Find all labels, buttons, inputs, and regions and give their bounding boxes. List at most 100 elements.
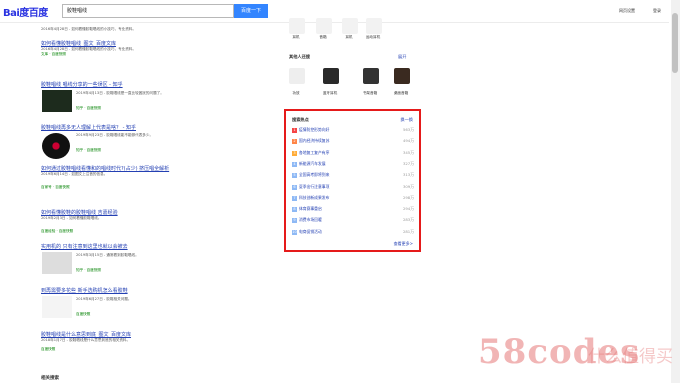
- header-divider: [0, 22, 669, 23]
- hot-item[interactable]: 1 疫情防控形势向好 563万: [292, 127, 418, 133]
- hot-search-panel: 搜索热点 换一换 1 疫情防控形势向好 563万 2 国内经济持续复苏 494万 3 各地复工…: [284, 109, 421, 252]
- baidu-logo[interactable]: Bai度百度: [3, 4, 48, 19]
- hot-label[interactable]: 各地复工复产有序: [299, 150, 329, 155]
- product-image[interactable]: [366, 18, 382, 34]
- product-label[interactable]: 功放: [285, 91, 307, 96]
- search-input[interactable]: 胶鞋唱线: [62, 4, 234, 18]
- hot-item[interactable]: 8 体育赛事重启 294万: [292, 206, 418, 213]
- result-thumbnail[interactable]: [42, 90, 72, 112]
- result-1: 2016年4月28日 - 如何看懂胶鞋唱线的小技巧，专业资料。: [41, 27, 241, 32]
- hot-label[interactable]: 消费市场回暖: [299, 217, 322, 222]
- product-label[interactable]: 耳机: [338, 35, 360, 40]
- hot-item[interactable]: 4 新能源汽车发展 327万: [292, 161, 418, 167]
- result-meta[interactable]: 百度经验 · 百度快照: [41, 229, 241, 234]
- result-title-link[interactable]: 胶鞋唱线是什么意思到底_图文_百度文库: [41, 331, 241, 338]
- hot-rank: 6: [292, 184, 297, 190]
- search-button[interactable]: 百度一下: [234, 4, 268, 18]
- section-title: 其他人还搜: [289, 54, 310, 59]
- product-image[interactable]: [323, 68, 339, 84]
- result-title-link[interactable]: 到再需要多花些 新手选购机怎么看胶鞋: [41, 287, 241, 294]
- login-link[interactable]: 登录: [653, 8, 661, 14]
- refresh-link[interactable]: 换一换: [400, 117, 413, 123]
- result-body: 2019年6月27日 - 胶鞋相关问题。 百度快照: [76, 297, 236, 317]
- hot-item[interactable]: 9 消费市场回暖 283万: [292, 217, 418, 224]
- result-title-link[interactable]: 胶鞋唱线 唱线分享的一些误区 - 知乎: [41, 81, 241, 88]
- hot-rank: 9: [292, 218, 297, 224]
- hot-label[interactable]: 科技创新成果发布: [299, 195, 329, 200]
- result-snippet: 2019年6月14日 - 如图文上注音的信息。: [41, 172, 108, 176]
- result-4: 胶鞋唱线再多无人理解上代表是啥？ - 知乎: [41, 124, 241, 131]
- product-image[interactable]: [394, 68, 410, 84]
- hot-item[interactable]: 3 各地复工复产有序 345万: [292, 150, 418, 156]
- expand-link[interactable]: 展开: [398, 54, 406, 60]
- result-snippet: 2019年6月27日 - 胶鞋相关问题。: [76, 297, 132, 301]
- hot-value: 313万: [402, 172, 414, 178]
- hot-item[interactable]: 5 全国高考即将到来 313万: [292, 172, 418, 179]
- hot-label[interactable]: 夏季出行注意事项: [299, 184, 329, 189]
- result-title-link[interactable]: 胶鞋唱线再多无人理解上代表是啥？ - 知乎: [41, 124, 241, 131]
- hot-value: 298万: [402, 194, 414, 200]
- hot-value: 283万: [402, 217, 414, 223]
- result-title-link[interactable]: 如何看懂胶鞋的胶鞋唱线 吉嘉经验: [41, 209, 241, 216]
- result-meta[interactable]: 百度快照: [76, 312, 236, 317]
- scrollbar-thumb[interactable]: [672, 13, 678, 73]
- product-image[interactable]: [342, 18, 358, 34]
- product-image[interactable]: [289, 68, 305, 84]
- result-meta[interactable]: 文库 · 百度快照: [41, 52, 241, 57]
- result-body: 2019年4月13日 - 胶鞋唱线是一直比较困扰的问题了。 知乎 · 百度快照: [76, 91, 236, 111]
- related-searches-heading: 相关搜索: [41, 376, 59, 381]
- vinyl-thumbnail[interactable]: [42, 133, 70, 159]
- watermark-sub: 什么值得买: [588, 347, 673, 367]
- more-link[interactable]: 查看更多>: [394, 241, 413, 247]
- hot-label[interactable]: 电商促销活动: [299, 229, 322, 234]
- hot-label[interactable]: 体育赛事重启: [299, 206, 322, 211]
- product-label[interactable]: 运动耳机: [362, 35, 384, 40]
- result-thumbnail[interactable]: [42, 296, 72, 318]
- hot-value: 281万: [402, 228, 414, 234]
- hot-label[interactable]: 疫情防控形势向好: [299, 127, 329, 132]
- hot-rank: 10: [292, 229, 297, 235]
- product-label[interactable]: 书架音箱: [359, 91, 381, 96]
- hot-value: 294万: [402, 206, 414, 212]
- hot-value: 309万: [402, 183, 414, 189]
- product-image[interactable]: [363, 68, 379, 84]
- result-snippet: 2018年1月7日 - 胶鞋唱线是什么意思到底的相关资料。: [41, 338, 131, 342]
- hot-value: 345万: [402, 149, 414, 155]
- result-meta[interactable]: 知乎 · 百度快照: [76, 106, 236, 111]
- result-8: 到再需要多花些 新手选购机怎么看胶鞋: [41, 287, 241, 294]
- result-7: 实用机的 只有注意到这里也就以会被去: [41, 243, 241, 250]
- hot-title: 搜索热点: [292, 117, 309, 122]
- hot-rank: 5: [292, 173, 297, 179]
- result-5: 如何通过胶鞋唱线看懂和的唱线时代?(占少) 挤压唱全解析 2019年6月14日 …: [41, 165, 241, 190]
- hot-item[interactable]: 6 夏季出行注意事项 309万: [292, 184, 418, 190]
- result-title-link[interactable]: 如何看懂胶鞋唱线_图文_百度文库: [41, 40, 241, 47]
- result-body: 2019年9月23日 - 胶鞋唱线能不能够代表多少。 知乎 · 百度快照: [76, 133, 236, 153]
- hot-label[interactable]: 新能源汽车发展: [299, 161, 326, 166]
- hot-rank: 7: [292, 195, 297, 201]
- hot-value: 327万: [402, 160, 414, 166]
- hot-label[interactable]: 全国高考即将到来: [299, 172, 329, 177]
- result-snippet: 2019年3月15日 - 通常看到胶鞋唱线。: [76, 253, 139, 257]
- product-label[interactable]: 桌面音箱: [390, 91, 412, 96]
- product-image[interactable]: [289, 18, 305, 34]
- product-label[interactable]: 蓝牙耳机: [319, 91, 341, 96]
- result-meta[interactable]: 百家号 · 百度快照: [41, 185, 241, 190]
- product-label[interactable]: 音箱: [312, 35, 334, 40]
- product-label[interactable]: 耳机: [285, 35, 307, 40]
- hot-item[interactable]: 7 科技创新成果发布 298万: [292, 195, 418, 201]
- result-9: 胶鞋唱线是什么意思到底_图文_百度文库 2018年1月7日 - 胶鞋唱线是什么意…: [41, 331, 241, 352]
- hot-item[interactable]: 10 电商促销活动 281万: [292, 229, 418, 235]
- result-meta[interactable]: 知乎 · 百度快照: [76, 268, 236, 273]
- product-image[interactable]: [316, 18, 332, 34]
- result-title-link[interactable]: 实用机的 只有注意到这里也就以会被去: [41, 243, 241, 250]
- settings-link[interactable]: 网页设置: [619, 8, 635, 14]
- result-snippet: 2019年2月3日 - 如何看懂胶鞋唱线。: [41, 216, 102, 220]
- result-meta[interactable]: 知乎 · 百度快照: [76, 148, 236, 153]
- hot-label[interactable]: 国内经济持续复苏: [299, 138, 329, 143]
- result-snippet: 2019年4月13日 - 胶鞋唱线是一直比较困扰的问题了。: [76, 91, 164, 95]
- result-title-link[interactable]: 如何通过胶鞋唱线看懂和的唱线时代?(占少) 挤压唱全解析: [41, 165, 241, 172]
- hot-rank: 8: [292, 207, 297, 213]
- hot-item[interactable]: 2 国内经济持续复苏 494万: [292, 138, 418, 145]
- result-meta[interactable]: 百度快照: [41, 347, 241, 352]
- result-thumbnail[interactable]: [42, 252, 72, 274]
